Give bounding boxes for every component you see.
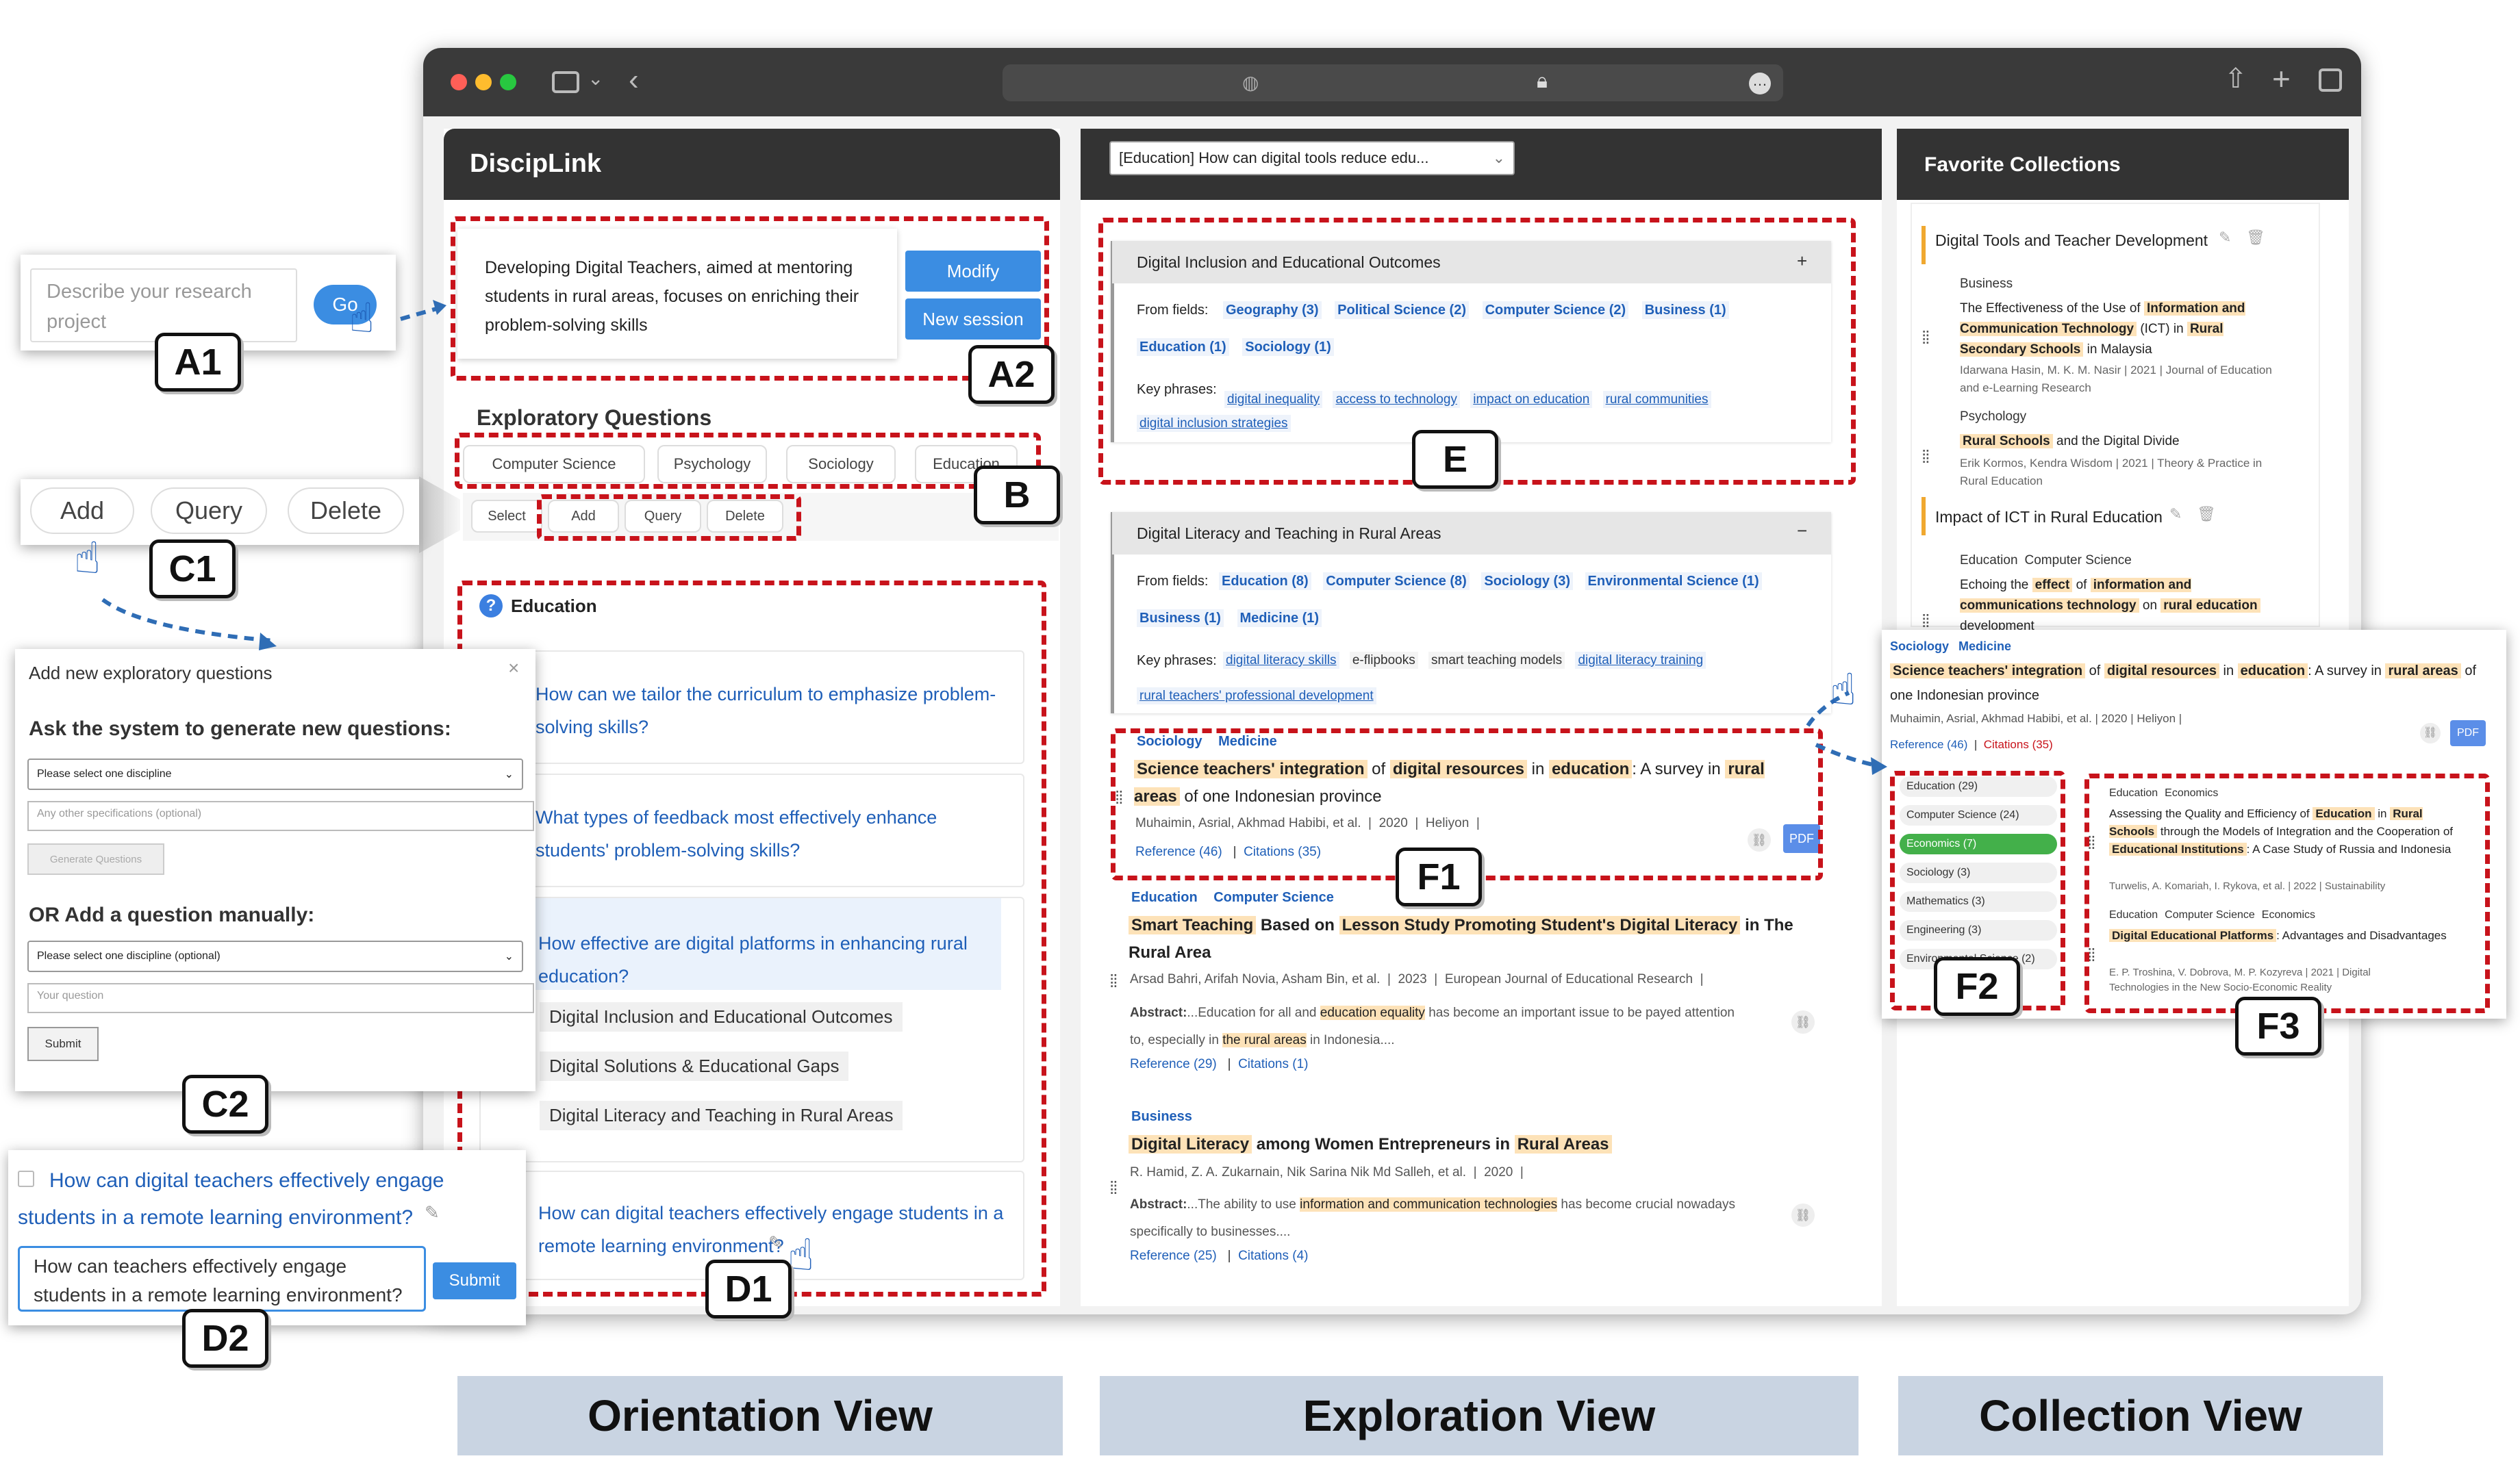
label-D2: D2 [182, 1309, 268, 1368]
arrows-overlay [101, 300, 1887, 775]
arrow-head [433, 300, 446, 315]
label-A2: A2 [968, 345, 1055, 404]
arrow-F1-to-F2 [1815, 743, 1877, 767]
label-F2: F2 [1934, 957, 2020, 1016]
orientation-view-title: Orientation View [457, 1376, 1063, 1455]
hand-cursor-icon: ☝︎ [1830, 665, 1856, 714]
label-D1: D1 [705, 1260, 792, 1318]
label-B: B [974, 466, 1060, 524]
arrow-head [1871, 757, 1887, 775]
label-A1: A1 [155, 333, 241, 392]
label-C2: C2 [182, 1075, 268, 1134]
arrow-C1-to-C2 [101, 598, 275, 643]
label-F1: F1 [1396, 848, 1482, 906]
label-F3: F3 [2235, 997, 2321, 1056]
label-E: E [1412, 430, 1498, 489]
arrow-head [259, 633, 277, 650]
collection-view-title: Collection View [1898, 1376, 2383, 1455]
label-C1: C1 [149, 539, 236, 598]
exploration-view-title: Exploration View [1100, 1376, 1859, 1455]
